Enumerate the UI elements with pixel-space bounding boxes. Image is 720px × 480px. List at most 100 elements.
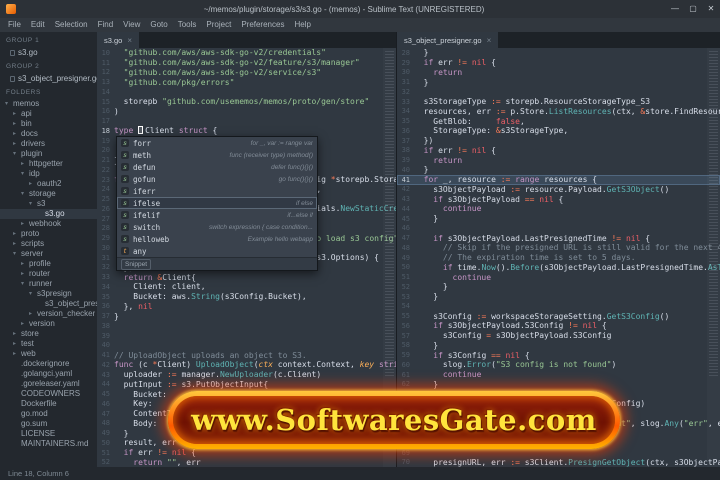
tree-folder-item[interactable]: ▸ scripts [0,239,97,249]
code-line[interactable]: 38 if err != nil { [397,146,720,156]
code-line[interactable]: 40 } [397,165,720,175]
code-line[interactable]: 37} [97,311,396,321]
tab-s3-go[interactable]: s3.go × [97,32,140,48]
tree-folder-item[interactable]: ▾ server [0,249,97,259]
code-line[interactable]: 34 Client: client, [97,282,396,292]
tree-folder-item[interactable]: ▸ docs [0,129,97,139]
autocomplete-item[interactable]: s forr for _, var := range var [117,137,317,149]
autocomplete-item[interactable]: t any [117,245,317,257]
code-line[interactable]: 52 return "", err [97,458,396,468]
tree-file-item[interactable]: .goreleaser.yaml [0,379,97,389]
code-line[interactable]: 42 s3ObjectPayload := resource.Payload.G… [397,185,720,195]
tree-file-item[interactable]: LICENSE [0,429,97,439]
code-line[interactable]: 12 "github.com/aws/aws-sdk-go-v2/service… [97,68,396,78]
code-line[interactable]: 70 presignURL, err := s3Client.PresignGe… [397,458,720,468]
code-line[interactable]: 55 s3Config := workspaceStorageSetting.G… [397,311,720,321]
code-line[interactable]: 30 return [397,68,720,78]
tree-file-item[interactable]: Dockerfile [0,399,97,409]
code-line[interactable]: 31 } [397,77,720,87]
tree-file-item[interactable]: go.sum [0,419,97,429]
code-line[interactable]: 29 if err != nil { [397,58,720,68]
code-line[interactable]: 33 return &Client{ [97,272,396,282]
code-line[interactable]: 45 } [397,214,720,224]
tree-folder-item[interactable]: ▸ store [0,329,97,339]
menu-edit[interactable]: Edit [26,18,50,32]
code-line[interactable]: 43 if s3ObjectPayload == nil { [397,194,720,204]
tree-file-item[interactable]: s3_object_presigner.go [0,299,97,309]
autocomplete-item[interactable]: s gofun go func(){}() [117,173,317,185]
code-line[interactable]: 48 // Skip if the presigned URL is still… [397,243,720,253]
code-line[interactable]: 14 [97,87,396,97]
code-line[interactable]: 61 continue [397,370,720,380]
code-line[interactable]: 43 uploader := manager.NewUploader(c.Cli… [97,370,396,380]
code-line[interactable]: 39 return [397,155,720,165]
tree-folder-item[interactable]: ▸ drivers [0,139,97,149]
code-line[interactable]: 38 [97,321,396,331]
code-line[interactable]: 10 "github.com/aws/aws-sdk-go-v2/credent… [97,48,396,58]
code-line[interactable]: 32 [397,87,720,97]
menu-find[interactable]: Find [93,18,119,32]
code-line[interactable]: 35 GetBlob: false, [397,116,720,126]
menu-project[interactable]: Project [201,18,236,32]
code-line[interactable]: 41 for _, resource := range resources { [397,174,720,185]
code-line[interactable]: 33 s3StorageType := storepb.ResourceStor… [397,97,720,107]
autocomplete-item[interactable]: s ifelse if else [117,197,317,209]
code-line[interactable]: 57 s3Config = s3ObjectPayload.S3Config [397,331,720,341]
code-line[interactable]: 51 if err != nil { [97,448,396,458]
code-line[interactable]: 44 putInput := s3.PutObjectInput{ [97,380,396,390]
tree-file-item[interactable]: go.mod [0,409,97,419]
tree-folder-item[interactable]: ▸ api [0,109,97,119]
code-line[interactable]: 17 [97,116,396,126]
menu-tools[interactable]: Tools [173,18,202,32]
code-line[interactable]: 47 if s3ObjectPayload.LastPresignedTime … [397,233,720,243]
code-line[interactable]: 37 }) [397,136,720,146]
menu-file[interactable]: File [3,18,26,32]
code-line[interactable]: 40 [97,341,396,351]
titlebar[interactable]: ~/memos/plugin/storage/s3/s3.go - (memos… [0,0,720,18]
minimize-button[interactable]: — [666,0,684,18]
code-line[interactable]: 44 continue [397,204,720,214]
maximize-button[interactable]: ▢ [684,0,702,18]
code-line[interactable]: 39 [97,331,396,341]
tab-close-icon[interactable]: × [127,36,132,45]
code-line[interactable]: 49 // The expiration time is set to 5 da… [397,253,720,263]
code-line[interactable]: 52 } [397,282,720,292]
tree-folder-item[interactable]: ▸ profile [0,259,97,269]
open-file-item[interactable]: s3_object_presigner.go [0,73,97,84]
code-line[interactable]: 36 }, nil [97,302,396,312]
code-line[interactable]: 36 StorageType: &s3StorageType, [397,126,720,136]
code-line[interactable]: 69 [397,448,720,458]
code-line[interactable]: 15 storepb "github.com/usememos/memos/pr… [97,97,396,107]
tree-folder-item[interactable]: ▾ s3presign [0,289,97,299]
code-line[interactable]: 16) [97,107,396,117]
code-line[interactable]: 28 } [397,48,720,58]
autocomplete-item[interactable]: s switch switch expression { case conditio… [117,221,317,233]
tree-folder-item[interactable]: ▾ storage [0,189,97,199]
code-line[interactable]: 35 Bucket: aws.String(s3Config.Bucket), [97,292,396,302]
tree-file-item[interactable]: s3.go [0,209,97,219]
autocomplete-item[interactable]: s defun defer func(){}() [117,161,317,173]
tree-folder-item[interactable]: ▸ oauth2 [0,179,97,189]
tree-file-item[interactable]: CODEOWNERS [0,389,97,399]
tree-folder-item[interactable]: ▸ httpgetter [0,159,97,169]
tree-folder-item[interactable]: ▾ s3 [0,199,97,209]
code-line[interactable]: 56 if s3ObjectPayload.S3Config != nil { [397,321,720,331]
tree-folder-item[interactable]: ▸ web [0,349,97,359]
code-line[interactable]: 46 [397,224,720,234]
menu-help[interactable]: Help [289,18,315,32]
code-line[interactable]: 13 "github.com/pkg/errors" [97,77,396,87]
code-line[interactable]: 60 slog.Error("S3 config is not found") [397,360,720,370]
autocomplete-item[interactable]: s iferr [117,185,317,197]
tree-folder-item[interactable]: ▸ version [0,319,97,329]
open-file-item[interactable]: s3.go [0,47,97,58]
autocomplete-item[interactable]: s helloweb Example hello webapp [117,233,317,245]
code-line[interactable]: 18 type Client struct { [97,126,396,136]
menu-preferences[interactable]: Preferences [236,18,289,32]
tree-folder-item[interactable]: ▾ runner [0,279,97,289]
code-line[interactable]: 62 } [397,380,720,390]
tree-file-item[interactable]: .dockerignore [0,359,97,369]
menu-selection[interactable]: Selection [50,18,93,32]
menu-goto[interactable]: Goto [145,18,172,32]
tree-file-item[interactable]: .golangci.yaml [0,369,97,379]
code-line[interactable]: 11 "github.com/aws/aws-sdk-go-v2/feature… [97,58,396,68]
